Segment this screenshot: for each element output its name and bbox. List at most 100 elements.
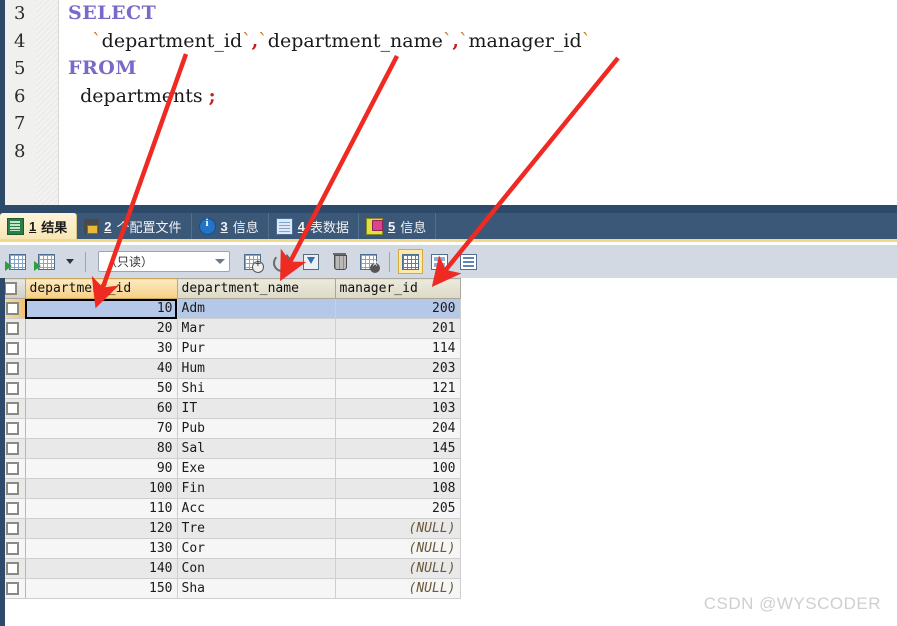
table-row[interactable]: 110 Acc 205 — [0, 498, 461, 519]
cell-manager-id[interactable]: 100 — [335, 458, 461, 479]
row-checkbox[interactable] — [5, 562, 19, 575]
table-row[interactable]: 70 Pub 204 — [0, 418, 461, 439]
cell-manager-id[interactable]: 204 — [335, 418, 461, 439]
sql-editor[interactable]: 3 4 5 6 7 8 SELECT `department_id`,`depa… — [0, 0, 897, 205]
row-checkbox[interactable] — [5, 482, 19, 495]
table-row[interactable]: 120 Tre (NULL) — [0, 518, 461, 539]
cell-department-id[interactable]: 60 — [25, 398, 178, 419]
cell-department-name[interactable]: Cor — [177, 538, 336, 559]
cell-manager-id[interactable]: 203 — [335, 358, 461, 379]
tab-1[interactable]: 1 结果 — [0, 213, 78, 239]
table-row[interactable]: 60 IT 103 — [0, 398, 461, 419]
row-checkbox[interactable] — [5, 362, 19, 375]
row-checkbox[interactable] — [5, 402, 19, 415]
cell-department-name[interactable]: Con — [177, 558, 336, 579]
cell-manager-id[interactable]: 121 — [335, 378, 461, 399]
row-checkbox[interactable] — [5, 422, 19, 435]
cell-department-name[interactable]: Sal — [177, 438, 336, 459]
text-view-button[interactable] — [456, 249, 481, 274]
row-checkbox[interactable] — [5, 462, 19, 475]
row-checkbox[interactable] — [5, 502, 19, 515]
cell-manager-id[interactable]: 200 — [335, 298, 461, 319]
cell-department-name[interactable]: Exe — [177, 458, 336, 479]
cell-department-id[interactable]: 140 — [25, 558, 178, 579]
table-row[interactable]: 10 Adm 200 — [0, 298, 461, 319]
export-dropdown-arrow[interactable] — [63, 249, 77, 274]
table-row[interactable]: 100 Fin 108 — [0, 478, 461, 499]
cell-department-id[interactable]: 30 — [25, 338, 178, 359]
column-header-manager-id[interactable]: manager_id — [335, 278, 461, 299]
cell-department-name[interactable]: Fin — [177, 478, 336, 499]
cell-department-name[interactable]: Pur — [177, 338, 336, 359]
table-row[interactable]: 30 Pur 114 — [0, 338, 461, 359]
cell-department-name[interactable]: IT — [177, 398, 336, 419]
grid-view-button[interactable] — [398, 249, 423, 274]
cell-department-name[interactable]: Acc — [177, 498, 336, 519]
cell-department-id[interactable]: 120 — [25, 518, 178, 539]
cell-manager-id[interactable]: (NULL) — [335, 558, 461, 579]
cell-department-id[interactable]: 50 — [25, 378, 178, 399]
cell-department-id[interactable]: 130 — [25, 538, 178, 559]
result-tab-bar[interactable]: 1结果2个配置文件3信息4表数据5信息 — [0, 213, 897, 242]
refresh-button[interactable] — [269, 249, 294, 274]
cell-department-id[interactable]: 10 — [25, 298, 178, 319]
table-row[interactable]: 150 Sha (NULL) — [0, 578, 461, 599]
cell-department-id[interactable]: 150 — [25, 578, 178, 599]
row-checkbox[interactable] — [5, 542, 19, 555]
cell-manager-id[interactable]: 103 — [335, 398, 461, 419]
row-checkbox[interactable] — [5, 582, 19, 595]
apply-changes-button[interactable] — [5, 249, 30, 274]
row-checkbox[interactable] — [5, 342, 19, 355]
tab-3[interactable]: 3信息 — [192, 213, 269, 239]
delete-record-button[interactable] — [327, 249, 352, 274]
cell-department-name[interactable]: Sha — [177, 578, 336, 599]
cell-department-id[interactable]: 20 — [25, 318, 178, 339]
cell-manager-id[interactable]: 201 — [335, 318, 461, 339]
cell-manager-id[interactable]: 114 — [335, 338, 461, 359]
form-view-button[interactable] — [427, 249, 452, 274]
cell-department-id[interactable]: 110 — [25, 498, 178, 519]
cell-department-id[interactable]: 40 — [25, 358, 178, 379]
cell-department-name[interactable]: Mar — [177, 318, 336, 339]
cell-department-id[interactable]: 70 — [25, 418, 178, 439]
table-row[interactable]: 140 Con (NULL) — [0, 558, 461, 579]
tab-2[interactable]: 2 个配置文件 — [77, 213, 192, 239]
cell-department-name[interactable]: Shi — [177, 378, 336, 399]
cell-manager-id[interactable]: (NULL) — [335, 538, 461, 559]
cell-department-name[interactable]: Hum — [177, 358, 336, 379]
row-checkbox[interactable] — [5, 302, 19, 315]
import-record-button[interactable] — [298, 249, 323, 274]
table-row[interactable]: 130 Cor (NULL) — [0, 538, 461, 559]
export-wizard-button[interactable] — [34, 249, 59, 274]
result-toolbar[interactable]: （只读） — [0, 245, 897, 278]
table-row[interactable]: 80 Sal 145 — [0, 438, 461, 459]
cell-department-id[interactable]: 90 — [25, 458, 178, 479]
table-row[interactable]: 20 Mar 201 — [0, 318, 461, 339]
cancel-changes-button[interactable] — [356, 249, 381, 274]
result-grid[interactable]: department_id department_name manager_id… — [0, 278, 897, 626]
select-all-checkbox[interactable] — [4, 282, 17, 295]
row-checkbox[interactable] — [5, 382, 19, 395]
cell-manager-id[interactable]: 205 — [335, 498, 461, 519]
row-checkbox[interactable] — [5, 322, 19, 335]
add-record-button[interactable] — [240, 249, 265, 274]
tab-5[interactable]: 5 信息 — [359, 213, 437, 239]
table-row[interactable]: 90 Exe 100 — [0, 458, 461, 479]
cell-department-name[interactable]: Tre — [177, 518, 336, 539]
tab-4[interactable]: 4 表数据 — [269, 213, 359, 239]
cell-manager-id[interactable]: (NULL) — [335, 578, 461, 599]
column-header-department-id[interactable]: department_id — [25, 278, 178, 299]
row-checkbox[interactable] — [5, 522, 19, 535]
cell-manager-id[interactable]: 145 — [335, 438, 461, 459]
result-table[interactable]: department_id department_name manager_id… — [0, 278, 461, 599]
result-mode-select[interactable]: （只读） — [98, 251, 230, 272]
cell-department-id[interactable]: 80 — [25, 438, 178, 459]
row-checkbox[interactable] — [5, 442, 19, 455]
table-row[interactable]: 50 Shi 121 — [0, 378, 461, 399]
cell-department-id[interactable]: 100 — [25, 478, 178, 499]
table-row[interactable]: 40 Hum 203 — [0, 358, 461, 379]
cell-manager-id[interactable]: 108 — [335, 478, 461, 499]
sql-code-area[interactable]: SELECT `department_id`,`department_name`… — [60, 0, 897, 205]
column-header-department-name[interactable]: department_name — [177, 278, 336, 299]
cell-department-name[interactable]: Adm — [177, 298, 336, 319]
